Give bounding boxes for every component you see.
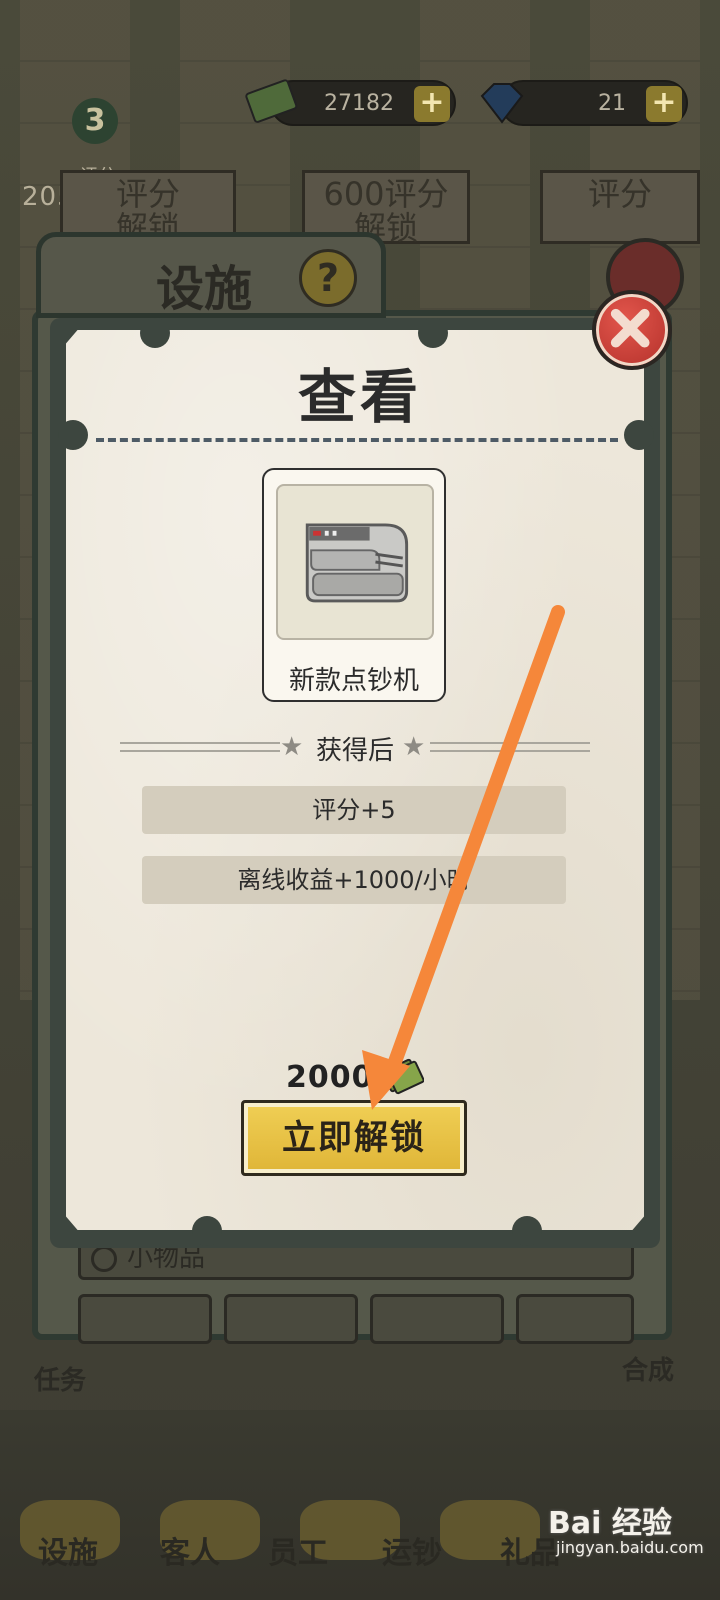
watermark-brand: Bai 经验 bbox=[548, 1506, 672, 1541]
facility-title: 设施 bbox=[156, 261, 253, 317]
synth-label[interactable]: 合成 bbox=[622, 1350, 674, 1387]
cash-icon bbox=[245, 79, 298, 123]
level-number: 3 bbox=[72, 98, 118, 144]
item-card: 新款点钞机 bbox=[262, 468, 446, 702]
cash-value: 27182 bbox=[324, 90, 394, 116]
dialog-notch bbox=[140, 318, 170, 348]
dashed-divider bbox=[96, 438, 618, 442]
unlock-now-button[interactable]: 立即解锁 bbox=[241, 1100, 467, 1176]
view-dialog bbox=[66, 330, 644, 1230]
unlock-card-label: 评分 bbox=[587, 175, 652, 213]
nav-guest[interactable]: 客人 bbox=[160, 1528, 220, 1572]
facility-slot[interactable] bbox=[224, 1294, 358, 1344]
diamond-bar: 21 + bbox=[480, 80, 688, 126]
price-value: 20000 bbox=[286, 1060, 396, 1095]
ban-icon bbox=[91, 1246, 117, 1272]
nav-staff[interactable]: 员工 bbox=[268, 1528, 328, 1572]
unlock-card[interactable]: 评分 bbox=[540, 170, 700, 244]
benefit-row: 评分+5 bbox=[142, 786, 566, 834]
item-image bbox=[276, 484, 434, 640]
facility-slot[interactable] bbox=[370, 1294, 504, 1344]
task-label[interactable]: 任务 bbox=[34, 1360, 86, 1397]
close-icon[interactable] bbox=[592, 290, 672, 370]
counting-machine-icon bbox=[305, 523, 409, 603]
facility-slot[interactable] bbox=[78, 1294, 212, 1344]
item-name: 新款点钞机 bbox=[288, 666, 419, 696]
diamond-value: 21 bbox=[598, 90, 626, 116]
benefit-row: 离线收益+1000/小时 bbox=[142, 856, 566, 904]
nav-facility[interactable]: 设施 bbox=[38, 1528, 98, 1572]
help-icon[interactable]: ? bbox=[299, 249, 357, 307]
watermark: Bai 经验 jingyan.baidu.com bbox=[548, 1498, 704, 1557]
facility-slot[interactable] bbox=[516, 1294, 634, 1344]
add-diamond-button[interactable]: + bbox=[646, 86, 682, 122]
cash-bar: 27182 + bbox=[245, 79, 456, 126]
unlock-card-label: 600评分 bbox=[323, 175, 449, 213]
diamond-icon bbox=[480, 83, 524, 124]
after-heading: ★ ★ 获得后 bbox=[120, 730, 590, 766]
watermark-url: jingyan.baidu.com bbox=[556, 1538, 704, 1557]
add-cash-button[interactable]: + bbox=[414, 86, 450, 122]
after-heading-text: 获得后 bbox=[315, 736, 394, 766]
facility-tab: 设施 ? bbox=[36, 232, 386, 318]
dialog-notch bbox=[418, 318, 448, 348]
close-x-glyph bbox=[610, 308, 650, 348]
dialog-notch bbox=[512, 1216, 542, 1246]
dialog-notch bbox=[192, 1216, 222, 1246]
unlock-card-label: 评分 bbox=[115, 175, 180, 213]
money-icon bbox=[382, 1058, 424, 1095]
nav-cash-transport[interactable]: 运钞 bbox=[382, 1528, 442, 1572]
